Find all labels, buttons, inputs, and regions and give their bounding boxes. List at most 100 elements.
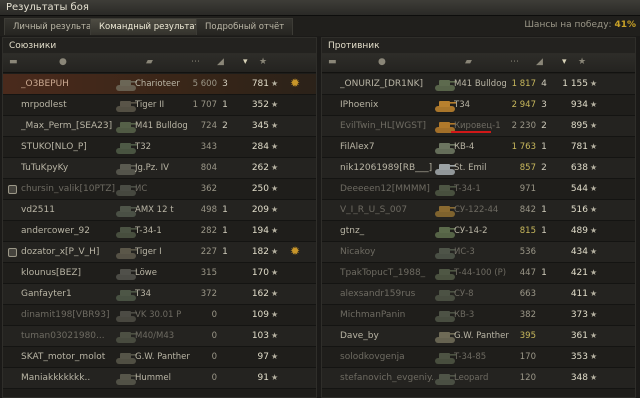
tab-team-result[interactable]: Командный результат — [90, 18, 209, 35]
player-name[interactable]: FilAlex7 — [340, 142, 435, 152]
damage-value: 724 — [200, 121, 217, 131]
player-row[interactable]: gtnz_ СУ-14-2 815 1 489 ★ — [322, 221, 635, 242]
player-name[interactable]: _Max_Perm_[SEA23] — [21, 121, 116, 131]
tank-icon[interactable]: ▰ — [465, 57, 472, 67]
player-row[interactable]: IPhoenix T34 2 947 3 934 ★ — [322, 95, 635, 116]
player-name[interactable]: nik12061989[RB___] — [340, 163, 435, 173]
vehicle-type-icon[interactable]: ▬ — [328, 57, 337, 67]
player-row[interactable]: TpakTopucT_1988_ T-44-100 (P) 447 1 421 ★ — [322, 263, 635, 284]
player-name[interactable]: vd2511 — [21, 205, 116, 215]
damage-value: 971 — [519, 184, 536, 194]
player-row[interactable]: V_I_R_U_S_007 СУ-122-44 842 1 516 ★ — [322, 200, 635, 221]
tank-silhouette-icon — [435, 353, 456, 364]
player-name[interactable]: Deeeeen12[MMMM] — [340, 184, 435, 194]
player-name[interactable]: alexsandr159rus — [340, 289, 435, 299]
vehicle-type-icon[interactable]: ▬ — [9, 57, 18, 67]
tank-icon[interactable]: ▰ — [146, 57, 153, 67]
player-row[interactable]: vd2511 AMX 12 t 498 1 209 ★ — [3, 200, 316, 221]
player-name[interactable]: stefanovich_evgeniy.. — [340, 373, 435, 383]
player-name[interactable]: TuTuKpyKy — [21, 163, 116, 173]
player-row[interactable]: Nicakoy ИС-3 536 434 ★ — [322, 242, 635, 263]
damage-icon[interactable]: ⋯ — [510, 57, 519, 67]
player-name[interactable]: SKAT_motor_molot — [21, 352, 116, 362]
star-icon: ★ — [590, 100, 598, 109]
player-row[interactable]: chursin_valik[10PTZ] ИС 362 250 ★ — [3, 179, 316, 200]
star-icon: ★ — [271, 205, 279, 214]
player-name[interactable]: dozator_x[P_V_H] — [21, 247, 116, 257]
kills-value: 1 — [222, 100, 228, 110]
player-name[interactable]: tuman03021980... — [21, 331, 116, 341]
xp-star-icon[interactable]: ★ — [259, 57, 267, 67]
medal-icon[interactable]: ✹ — [290, 76, 300, 90]
player-name[interactable]: Maniakkkkkkk.. — [21, 373, 116, 383]
player-row[interactable]: solodkovgenja T-34-85 170 353 ★ — [322, 347, 635, 368]
sort-chevron-icon[interactable]: ▾ — [562, 57, 567, 67]
player-name[interactable]: IPhoenix — [340, 100, 435, 110]
player-row[interactable]: dinamit198[VBR93] VK 30.01 P 0 109 ★ — [3, 305, 316, 326]
kills-icon[interactable]: ◢ — [536, 57, 543, 67]
tank-silhouette-icon — [116, 269, 137, 280]
player-name[interactable]: TpakTopucT_1988_ — [340, 268, 435, 278]
player-name[interactable]: MichmanPanin — [340, 310, 435, 320]
player-icon[interactable]: ● — [378, 57, 386, 67]
player-name[interactable]: EvilTwin_HL[WGST] — [340, 121, 435, 131]
xp-value: 421 — [570, 268, 588, 278]
player-row[interactable]: EvilTwin_HL[WGST] Кировец-1 2 230 2 895 ★ — [322, 116, 635, 137]
player-row[interactable]: Ganfayter1 T34 372 162 ★ — [3, 284, 316, 305]
player-name[interactable]: gtnz_ — [340, 226, 435, 236]
player-row[interactable]: TuTuKpyKy Jg.Pz. IV 804 262 ★ — [3, 158, 316, 179]
player-name[interactable]: Ganfayter1 — [21, 289, 116, 299]
player-row[interactable]: _ONURIZ_[DR1NK] M41 Bulldog 1 817 4 1 155 ★ — [322, 74, 635, 95]
kills-value: 1 — [222, 226, 228, 236]
player-row[interactable]: SKAT_motor_molot G.W. Panther 0 97 ★ — [3, 347, 316, 368]
player-row[interactable]: mrpodlest Tiger II 1 707 1 352 ★ — [3, 95, 316, 116]
player-icon[interactable]: ● — [59, 57, 67, 67]
player-row[interactable]: _O3BEPUH Charioteer 5 600 3 781 ★ ✹ — [3, 74, 316, 95]
tank-name: Кировец-1 — [454, 121, 501, 131]
xp-value: 103 — [251, 331, 269, 341]
player-name[interactable]: mrpodlest — [21, 100, 116, 110]
star-icon: ★ — [590, 310, 598, 319]
damage-value: 0 — [211, 310, 217, 320]
player-row[interactable]: Dave_by G.W. Panther 395 361 ★ — [322, 326, 635, 347]
kills-value: 4 — [541, 79, 547, 89]
tab-detailed-report[interactable]: Подробный отчёт — [196, 18, 294, 35]
kills-value: 1 — [222, 247, 228, 257]
player-name[interactable]: Dave_by — [340, 331, 435, 341]
kills-icon[interactable]: ◢ — [217, 57, 224, 67]
sort-chevron-icon[interactable]: ▾ — [243, 57, 248, 67]
win-chance-value: 41% — [614, 20, 636, 30]
player-row[interactable]: Deeeeen12[MMMM] T-34-1 971 544 ★ — [322, 179, 635, 200]
player-name[interactable]: STUKO[NLO_P] — [21, 142, 116, 152]
player-name[interactable]: _O3BEPUH — [21, 79, 116, 89]
player-row[interactable]: andercower_92 T-34-1 282 1 194 ★ — [3, 221, 316, 242]
player-row[interactable]: alexsandr159rus СУ-8 663 411 ★ — [322, 284, 635, 305]
medal-icon[interactable]: ✹ — [290, 244, 300, 258]
player-row[interactable]: FilAlex7 КВ-4 1 763 1 781 ★ — [322, 137, 635, 158]
player-row[interactable]: MichmanPanin КВ-3 382 373 ★ — [322, 305, 635, 326]
player-row[interactable]: stefanovich_evgeniy.. Leopard 120 348 ★ — [322, 368, 635, 389]
player-name[interactable]: chursin_valik[10PTZ] — [21, 184, 116, 194]
player-row[interactable]: klounus[BEZ] Löwe 315 170 ★ — [3, 263, 316, 284]
player-row[interactable]: nik12061989[RB___] St. Emil 857 2 638 ★ — [322, 158, 635, 179]
star-icon: ★ — [271, 310, 279, 319]
kills-value: 1 — [541, 142, 547, 152]
player-name[interactable]: _ONURIZ_[DR1NK] — [340, 79, 435, 89]
kills-value: 1 — [541, 268, 547, 278]
player-row[interactable]: Maniakkkkkkk.. Hummel 0 91 ★ — [3, 368, 316, 389]
player-name[interactable]: dinamit198[VBR93] — [21, 310, 116, 320]
player-name[interactable]: klounus[BEZ] — [21, 268, 116, 278]
player-name[interactable]: solodkovgenja — [340, 352, 435, 362]
player-row[interactable]: dozator_x[P_V_H] Tiger I 227 1 182 ★ ✹ — [3, 242, 316, 263]
damage-icon[interactable]: ⋯ — [191, 57, 200, 67]
annotation-underline — [451, 131, 491, 133]
player-name[interactable]: andercower_92 — [21, 226, 116, 236]
player-row[interactable]: _Max_Perm_[SEA23] M41 Bulldog 724 2 345 ★ — [3, 116, 316, 137]
player-name[interactable]: V_I_R_U_S_007 — [340, 205, 435, 215]
xp-star-icon[interactable]: ★ — [578, 57, 586, 67]
player-row[interactable]: tuman03021980... M40/M43 0 103 ★ — [3, 326, 316, 347]
player-row[interactable]: STUKO[NLO_P] T32 343 284 ★ — [3, 137, 316, 158]
star-icon: ★ — [271, 121, 279, 130]
tank-silhouette-icon — [116, 290, 137, 301]
player-name[interactable]: Nicakoy — [340, 247, 435, 257]
